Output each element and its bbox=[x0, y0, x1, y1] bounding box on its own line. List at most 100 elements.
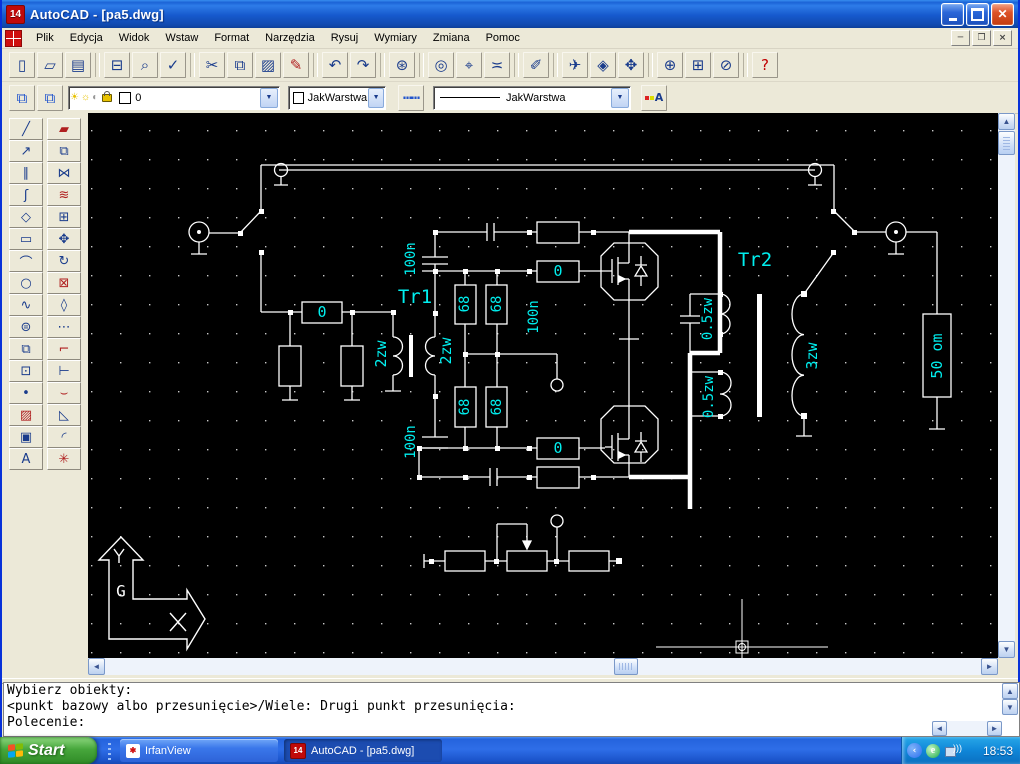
command-vertical-scrollbar[interactable]: ▲ ▼ bbox=[1002, 683, 1019, 723]
drawing-canvas[interactable]: Tr1Tr22zw2zw0.5zw0.5zw3zw50 om6868686810… bbox=[88, 113, 998, 658]
print-button[interactable]: ⊟ bbox=[104, 52, 130, 78]
polygon-button[interactable]: ◇ bbox=[9, 206, 43, 228]
layer-combo-arrow[interactable]: ▼ bbox=[260, 88, 278, 108]
scroll-down-icon[interactable]: ▼ bbox=[998, 641, 1015, 658]
rotate-button[interactable]: ↻ bbox=[47, 250, 81, 272]
new-button[interactable]: ▯ bbox=[9, 52, 35, 78]
point-button[interactable]: • bbox=[9, 382, 43, 404]
undo-button[interactable]: ↶ bbox=[322, 52, 348, 78]
zoom-realtime-button[interactable]: ⊕ bbox=[657, 52, 683, 78]
menu-zmiana[interactable]: Zmiana bbox=[425, 29, 478, 47]
command-scroll-right-icon[interactable]: ► bbox=[987, 721, 1002, 736]
vertical-scrollbar[interactable]: ▲ ▼ bbox=[998, 113, 1015, 658]
open-button[interactable]: ▱ bbox=[37, 52, 63, 78]
command-scroll-left-icon[interactable]: ◄ bbox=[932, 721, 947, 736]
maximize-button[interactable] bbox=[966, 3, 989, 26]
color-combo[interactable]: JakWarstwa ▼ bbox=[288, 86, 386, 110]
mdi-close-button[interactable]: × bbox=[993, 30, 1012, 46]
mirror-button[interactable]: ⋈ bbox=[47, 162, 81, 184]
rectangle-button[interactable]: ▭ bbox=[9, 228, 43, 250]
move-button[interactable]: ✥ bbox=[47, 228, 81, 250]
menu-pomoc[interactable]: Pomoc bbox=[478, 29, 528, 47]
scroll-right-icon[interactable]: ► bbox=[981, 658, 998, 675]
erase-button[interactable]: ▰ bbox=[47, 118, 81, 140]
menu-format[interactable]: Format bbox=[206, 29, 257, 47]
linetype-icon[interactable]: ┅┅ bbox=[398, 85, 424, 111]
antivirus-tray-icon[interactable]: e bbox=[926, 744, 940, 758]
aerial-view-button[interactable]: ✈ bbox=[562, 52, 588, 78]
command-window[interactable]: Wybierz obiekty:<punkt bazowy albo przes… bbox=[3, 682, 1020, 737]
copy-button[interactable]: ⧉ bbox=[227, 52, 253, 78]
properties-icon[interactable]: A bbox=[641, 85, 667, 111]
offset-button[interactable]: ≋ bbox=[47, 184, 81, 206]
distance-button[interactable]: ≍ bbox=[484, 52, 510, 78]
taskbar-task-irfanview[interactable]: ✱IrfanView bbox=[120, 739, 278, 762]
zoom-window-button[interactable]: ⊞ bbox=[685, 52, 711, 78]
break-button[interactable]: ⌣ bbox=[47, 382, 81, 404]
ucs-button[interactable]: ⌖ bbox=[456, 52, 482, 78]
menu-narzędzia[interactable]: Narzędzia bbox=[257, 29, 323, 47]
command-scroll-up-icon[interactable]: ▲ bbox=[1002, 683, 1018, 699]
lengthen-button[interactable]: ⋯ bbox=[47, 316, 81, 338]
linetype-combo-arrow[interactable]: ▼ bbox=[611, 88, 629, 108]
taskbar-task-autocad-pa5-dwg-[interactable]: 14AutoCAD - [pa5.dwg] bbox=[284, 739, 442, 762]
save-button[interactable]: ▤ bbox=[65, 52, 91, 78]
extend-button[interactable]: ⊢ bbox=[47, 360, 81, 382]
print-preview-button[interactable]: ⌕ bbox=[132, 52, 158, 78]
help-button[interactable]: ? bbox=[752, 52, 778, 78]
pan-button[interactable]: ✥ bbox=[618, 52, 644, 78]
circle-button[interactable]: ○ bbox=[9, 272, 43, 294]
horizontal-scroll-thumb[interactable] bbox=[614, 658, 638, 675]
network-audio-tray-icon[interactable]: ))) bbox=[945, 745, 960, 757]
spline-button[interactable]: ∿ bbox=[9, 294, 43, 316]
start-button[interactable]: Start bbox=[0, 737, 97, 764]
hatch-button[interactable]: ▨ bbox=[9, 404, 43, 426]
command-horizontal-scrollbar[interactable]: ◄ ► bbox=[932, 721, 1002, 736]
close-button[interactable]: ✕ bbox=[991, 3, 1014, 26]
array-button[interactable]: ⊞ bbox=[47, 206, 81, 228]
chamfer-button[interactable]: ◺ bbox=[47, 404, 81, 426]
zoom-previous-button[interactable]: ⊘ bbox=[713, 52, 739, 78]
spelling-button[interactable]: ✓ bbox=[160, 52, 186, 78]
region-button[interactable]: ▣ bbox=[9, 426, 43, 448]
copy-object-button[interactable]: ⧉ bbox=[47, 140, 81, 162]
make-block-button[interactable]: ⊡ bbox=[9, 360, 43, 382]
menu-rysuj[interactable]: Rysuj bbox=[323, 29, 367, 47]
launch-browser-button[interactable]: ⊛ bbox=[389, 52, 415, 78]
command-scroll-down-icon[interactable]: ▼ bbox=[1002, 699, 1018, 715]
menu-edycja[interactable]: Edycja bbox=[62, 29, 111, 47]
scroll-left-icon[interactable]: ◄ bbox=[88, 658, 105, 675]
arc-button[interactable]: ⌒ bbox=[9, 250, 43, 272]
redo-button[interactable]: ↷ bbox=[350, 52, 376, 78]
fillet-button[interactable]: ◜ bbox=[47, 426, 81, 448]
redraw-button[interactable]: ✐ bbox=[523, 52, 549, 78]
scroll-up-icon[interactable]: ▲ bbox=[998, 113, 1015, 130]
scale-button[interactable]: ⊠ bbox=[47, 272, 81, 294]
layer-combo[interactable]: ☀ ☼ ◐ 0 ▼ bbox=[68, 86, 280, 110]
make-layer-icon[interactable]: ⧉ bbox=[9, 85, 35, 111]
minimize-button[interactable] bbox=[941, 3, 964, 26]
menu-wstaw[interactable]: Wstaw bbox=[157, 29, 206, 47]
mdi-restore-button[interactable]: ❐ bbox=[972, 30, 991, 46]
multiline-button[interactable]: ∥ bbox=[9, 162, 43, 184]
autocad-app-icon[interactable]: 14 bbox=[6, 5, 25, 24]
object-snap-button[interactable]: ◎ bbox=[428, 52, 454, 78]
color-combo-arrow[interactable]: ▼ bbox=[368, 88, 384, 108]
menu-widok[interactable]: Widok bbox=[111, 29, 158, 47]
hide-icons-chevron-icon[interactable]: ‹ bbox=[907, 743, 922, 758]
layers-icon[interactable]: ⧉ bbox=[37, 85, 63, 111]
explode-button[interactable]: ✳ bbox=[47, 448, 81, 470]
mdi-minimize-button[interactable]: ─ bbox=[951, 30, 970, 46]
drawing-icon[interactable] bbox=[5, 30, 22, 47]
polyline-button[interactable]: ʃ bbox=[9, 184, 43, 206]
cut-button[interactable]: ✂ bbox=[199, 52, 225, 78]
insert-block-button[interactable]: ⧉ bbox=[9, 338, 43, 360]
trim-button[interactable]: ⌐ bbox=[47, 338, 81, 360]
text-button[interactable]: A bbox=[9, 448, 43, 470]
menu-plik[interactable]: Plik bbox=[28, 29, 62, 47]
ellipse-button[interactable]: ⊜ bbox=[9, 316, 43, 338]
line-button[interactable]: ╱ bbox=[9, 118, 43, 140]
match-properties-button[interactable]: ✎ bbox=[283, 52, 309, 78]
menu-wymiary[interactable]: Wymiary bbox=[366, 29, 425, 47]
paste-button[interactable]: ▨ bbox=[255, 52, 281, 78]
